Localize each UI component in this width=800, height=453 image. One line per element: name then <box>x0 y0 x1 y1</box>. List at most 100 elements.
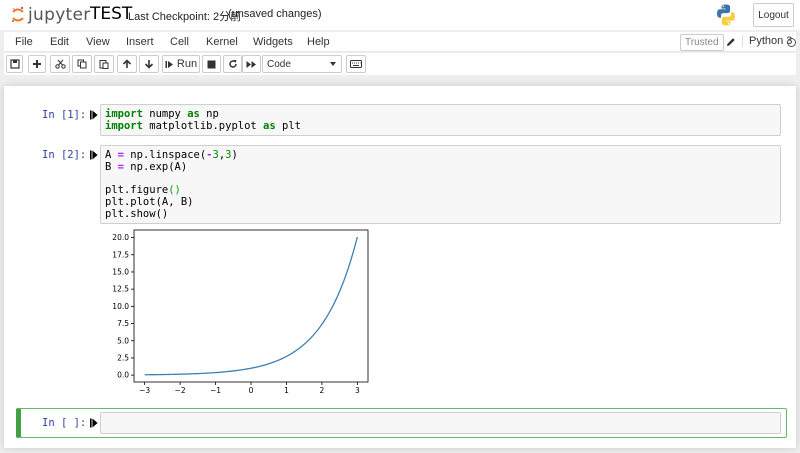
toolbar: Run Code <box>4 53 796 75</box>
cell-type-select[interactable]: Code <box>262 55 342 73</box>
menu-cell[interactable]: Cell <box>170 36 189 48</box>
code-line: plt.plot(A, B) <box>105 196 776 209</box>
code-token: matplotlib.pyplot <box>142 119 264 132</box>
pencil-icon[interactable] <box>726 37 736 47</box>
menu-bar: File Edit View Insert Cell Kernel Widget… <box>4 32 796 52</box>
code-token: import <box>105 108 143 120</box>
save-icon <box>9 59 20 69</box>
paste-button[interactable] <box>94 55 114 73</box>
y-tick-label: 0.0 <box>117 371 129 380</box>
menu-insert[interactable]: Insert <box>126 36 154 48</box>
fast-forward-icon <box>246 60 256 68</box>
refresh-icon <box>228 59 237 68</box>
interrupt-button[interactable] <box>202 55 221 73</box>
code-cell-input[interactable]: import numpy as np import matplotlib.pypl… <box>100 104 781 136</box>
copy-icon <box>77 59 87 69</box>
stop-icon <box>207 60 216 68</box>
x-tick-label: 1 <box>284 386 289 395</box>
code-token: B <box>105 160 118 173</box>
trusted-indicator[interactable]: Trusted <box>680 34 724 51</box>
code-token: () <box>168 184 181 197</box>
code-line: import matplotlib.pyplot as plt <box>105 119 776 133</box>
run-cell-icon[interactable] <box>90 150 98 160</box>
run-button[interactable]: Run <box>162 55 200 73</box>
input-prompt: In [2]: <box>42 149 87 161</box>
save-button[interactable] <box>6 55 23 73</box>
code-token: np.linspace( <box>123 149 207 161</box>
keyboard-icon <box>350 60 362 68</box>
code-token: as <box>263 119 276 132</box>
x-tick-label: 3 <box>355 386 360 395</box>
header: jupyter TEST Last Checkpoint: 2分前 (unsav… <box>0 0 800 30</box>
run-cell-icon[interactable] <box>90 110 98 120</box>
code-line: plt.figure() <box>105 184 776 197</box>
code-token: plt.show() <box>105 207 169 220</box>
menu-widgets[interactable]: Widgets <box>253 36 293 48</box>
y-tick-label: 5.0 <box>117 336 129 345</box>
code-token: ) <box>231 149 238 161</box>
code-line: B = np.exp(A) <box>105 160 776 174</box>
x-tick-label: −2 <box>175 386 186 395</box>
code-token: plt <box>275 119 301 132</box>
logout-button[interactable]: Logout <box>753 3 794 27</box>
code-token: A <box>105 149 118 161</box>
y-tick-label: 15.0 <box>112 268 129 277</box>
code-token: plt.figure <box>105 184 169 197</box>
jupyter-logo[interactable]: jupyter <box>6 3 90 27</box>
plus-icon <box>33 60 41 68</box>
menu-view[interactable]: View <box>86 36 110 48</box>
y-tick-label: 12.5 <box>112 285 129 294</box>
cell-type-value: Code <box>267 58 291 70</box>
code-token: import <box>105 119 143 132</box>
chevron-down-icon <box>330 62 336 66</box>
code-token: as <box>187 108 200 120</box>
code-token: plt.plot(A, B) <box>105 196 194 209</box>
kernel-status-icon <box>787 38 796 47</box>
input-prompt: In [ ]: <box>42 417 87 429</box>
menu-kernel[interactable]: Kernel <box>206 36 238 48</box>
menu-help[interactable]: Help <box>307 36 330 48</box>
cut-button[interactable] <box>50 55 70 73</box>
scissors-icon <box>54 59 66 69</box>
x-tick-label: −3 <box>139 386 150 395</box>
x-tick-label: 2 <box>320 386 325 395</box>
restart-run-all-button[interactable] <box>242 55 261 73</box>
arrow-down-icon <box>144 60 154 69</box>
checkpoint-status: Last Checkpoint: 2分前 <box>128 11 242 23</box>
move-down-button[interactable] <box>139 55 159 73</box>
y-tick-label: 20.0 <box>112 233 129 242</box>
python-logo-icon <box>717 4 735 26</box>
insert-cell-button[interactable] <box>28 55 46 73</box>
menu-file[interactable]: File <box>15 36 33 48</box>
code-cell-input-empty[interactable] <box>100 412 781 434</box>
y-tick-label: 17.5 <box>112 250 129 259</box>
code-token: np.exp(A) <box>123 160 188 173</box>
unsaved-status: (unsaved changes) <box>228 8 322 20</box>
menu-edit[interactable]: Edit <box>50 36 69 48</box>
notebook-title[interactable]: TEST <box>90 4 132 24</box>
code-cell-input[interactable]: A = np.linspace(-3,3) B = np.exp(A) plt.fi… <box>100 145 781 224</box>
code-line: A = np.linspace(-3,3) <box>105 149 776 162</box>
run-cell-icon[interactable] <box>90 418 98 428</box>
restart-button[interactable] <box>223 55 242 73</box>
x-tick-label: 0 <box>249 386 254 395</box>
arrow-up-icon <box>122 59 132 68</box>
y-tick-label: 10.0 <box>112 302 129 311</box>
y-tick-label: 2.5 <box>117 354 129 363</box>
kernel-name[interactable]: Python 3 <box>742 35 792 47</box>
run-label: Run <box>176 58 198 70</box>
notebook-container: In [1]: import numpy as np import matplot… <box>4 86 796 448</box>
input-prompt: In [1]: <box>42 109 87 121</box>
logo-text: jupyter <box>28 5 91 25</box>
move-up-button[interactable] <box>117 55 137 73</box>
code-token: np <box>199 108 219 120</box>
x-tick-label: −1 <box>210 386 221 395</box>
plot-output: −3 −2 −1 0 1 2 3 0.0 2.5 5.0 7.5 10.0 12.5 15.0 17.5 20… <box>112 229 369 395</box>
jupyter-logo-icon <box>12 6 24 22</box>
paste-icon <box>99 60 109 69</box>
step-forward-icon <box>165 60 173 68</box>
command-palette-button[interactable] <box>346 55 366 73</box>
copy-button[interactable] <box>72 55 92 73</box>
y-tick-label: 7.5 <box>117 319 129 328</box>
